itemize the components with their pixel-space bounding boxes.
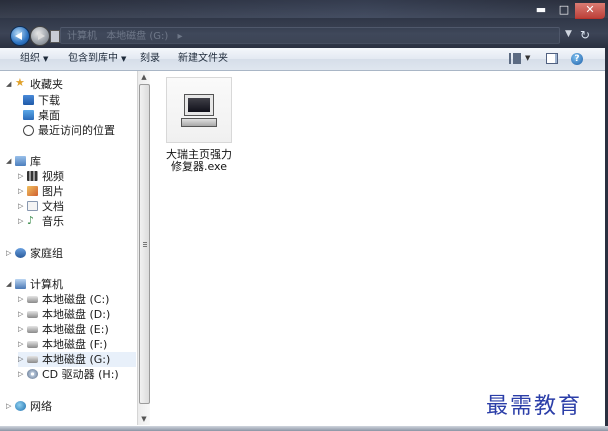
nav-item-downloads[interactable]: 下载	[22, 93, 60, 108]
collapsed-arrow-icon[interactable]: ▷	[18, 307, 26, 322]
disk-drive-icon	[27, 341, 38, 348]
command-bar: 组织 ▼ 包含到库中 ▼ 刻录 新建文件夹 ▼ ?	[0, 48, 608, 71]
watermark: 最需教育	[486, 394, 583, 419]
homegroup-icon	[15, 248, 26, 258]
include-in-library-label: 包含到库中	[68, 53, 118, 64]
collapsed-arrow-icon[interactable]: ▷	[18, 352, 26, 367]
organize-label: 组织	[20, 53, 40, 64]
window-frame-bottom	[0, 426, 608, 431]
nav-network[interactable]: ▷ 网络	[6, 399, 52, 414]
nav-item-cd-drive-h[interactable]: ▷ CD 驱动器 (H:)	[18, 367, 119, 382]
desktop-icon	[23, 110, 34, 120]
computer-icon	[15, 279, 26, 289]
address-segment-computer[interactable]: 计算机	[67, 31, 97, 42]
back-button[interactable]	[10, 26, 30, 46]
disk-drive-icon	[27, 326, 38, 333]
recent-pages-icon[interactable]	[50, 30, 60, 43]
forward-button[interactable]	[30, 26, 50, 46]
nav-item-drive-g[interactable]: ▷ 本地磁盘 (G:)	[18, 352, 136, 367]
expanded-arrow-icon[interactable]: ◢	[6, 77, 14, 92]
collapsed-arrow-icon[interactable]: ▷	[18, 169, 26, 184]
pictures-icon	[27, 186, 38, 196]
cd-drive-icon	[27, 369, 38, 379]
disk-drive-icon	[27, 296, 38, 303]
nav-item-recent-places[interactable]: 最近访问的位置	[22, 123, 115, 138]
nav-item-documents[interactable]: ▷ 文档	[18, 199, 64, 214]
application-computer-icon	[166, 77, 232, 143]
navigation-pane: ◢ ★ 收藏夹 下载 桌面 最近访问的位置 ◢ 库 ▷ 视频 ▷ 图片 ▷ 文档 ▷ ♪ 音乐 …	[0, 71, 137, 425]
address-bar[interactable]: 计算机 本地磁盘 (G:) ▸	[60, 27, 560, 44]
scroll-up-arrow-icon[interactable]: ▲	[138, 71, 150, 83]
music-icon: ♪	[27, 214, 35, 227]
nav-item-drive-c[interactable]: ▷ 本地磁盘 (C:)	[18, 292, 109, 307]
recent-places-icon	[23, 125, 34, 136]
burn-button[interactable]: 刻录	[140, 52, 160, 66]
nav-item-desktop[interactable]: 桌面	[22, 108, 60, 123]
file-item[interactable]: 大瑞主页强力修复器.exe	[166, 77, 232, 173]
new-folder-button[interactable]: 新建文件夹	[178, 52, 228, 66]
expanded-arrow-icon[interactable]: ◢	[6, 154, 14, 169]
nav-libraries[interactable]: ◢ 库	[6, 154, 41, 169]
address-dropdown-icon[interactable]: ▼	[565, 29, 572, 39]
chevron-down-icon: ▼	[43, 55, 49, 63]
collapsed-arrow-icon[interactable]: ▷	[18, 367, 26, 382]
network-icon	[15, 401, 26, 411]
scroll-down-arrow-icon[interactable]: ▼	[138, 413, 150, 425]
explorer-window: ▬ □ ✕ 计算机 本地磁盘 (G:) ▸ ▼ ↻ 组织 ▼ 包含到库中 ▼ 刻录 …	[0, 0, 608, 431]
include-in-library-button[interactable]: 包含到库中 ▼	[68, 52, 126, 66]
change-view-icon[interactable]	[509, 53, 521, 64]
library-icon	[15, 156, 26, 166]
address-segment-arrow[interactable]: ▸	[177, 31, 182, 42]
collapsed-arrow-icon[interactable]: ▷	[6, 246, 14, 261]
collapsed-arrow-icon[interactable]: ▷	[6, 399, 14, 414]
expanded-arrow-icon[interactable]: ◢	[6, 277, 14, 292]
collapsed-arrow-icon[interactable]: ▷	[18, 322, 26, 337]
disk-drive-icon	[27, 356, 38, 363]
title-bar: ▬ □ ✕ 计算机 本地磁盘 (G:) ▸ ▼ ↻	[0, 0, 608, 48]
collapsed-arrow-icon[interactable]: ▷	[18, 199, 26, 214]
nav-computer[interactable]: ◢ 计算机	[6, 277, 63, 292]
nav-item-pictures[interactable]: ▷ 图片	[18, 184, 64, 199]
file-name: 大瑞主页强力修复器.exe	[166, 148, 232, 173]
chevron-down-icon: ▼	[121, 55, 127, 63]
favorites-star-icon: ★	[15, 76, 25, 89]
downloads-icon	[23, 95, 34, 105]
refresh-icon[interactable]: ↻	[580, 28, 590, 42]
nav-item-drive-e[interactable]: ▷ 本地磁盘 (E:)	[18, 322, 109, 337]
nav-item-drive-f[interactable]: ▷ 本地磁盘 (F:)	[18, 337, 107, 352]
collapsed-arrow-icon[interactable]: ▷	[18, 214, 26, 229]
nav-favorites[interactable]: ◢ ★ 收藏夹	[6, 77, 63, 92]
address-segment-drive[interactable]: 本地磁盘 (G:)	[106, 31, 168, 42]
help-icon[interactable]: ?	[571, 53, 583, 65]
nav-pane-scrollbar[interactable]: ▲ ▼	[137, 71, 150, 425]
nav-item-videos[interactable]: ▷ 视频	[18, 169, 64, 184]
minimize-button[interactable]: ▬	[529, 3, 553, 19]
scroll-thumb[interactable]	[139, 84, 150, 404]
file-list-area[interactable]: 大瑞主页强力修复器.exe	[150, 71, 605, 425]
videos-icon	[27, 171, 38, 181]
documents-icon	[27, 201, 38, 211]
nav-item-music[interactable]: ▷ ♪ 音乐	[18, 214, 64, 229]
collapsed-arrow-icon[interactable]: ▷	[18, 292, 26, 307]
maximize-button[interactable]: □	[553, 3, 575, 19]
preview-pane-icon[interactable]	[546, 53, 558, 64]
organize-button[interactable]: 组织 ▼	[20, 52, 48, 66]
view-options-chevron-icon[interactable]: ▼	[525, 54, 530, 62]
collapsed-arrow-icon[interactable]: ▷	[18, 337, 26, 352]
nav-item-drive-d[interactable]: ▷ 本地磁盘 (D:)	[18, 307, 110, 322]
nav-homegroup[interactable]: ▷ 家庭组	[6, 246, 63, 261]
collapsed-arrow-icon[interactable]: ▷	[18, 184, 26, 199]
disk-drive-icon	[27, 311, 38, 318]
close-button[interactable]: ✕	[575, 3, 605, 19]
scroll-grip-icon	[143, 242, 147, 248]
